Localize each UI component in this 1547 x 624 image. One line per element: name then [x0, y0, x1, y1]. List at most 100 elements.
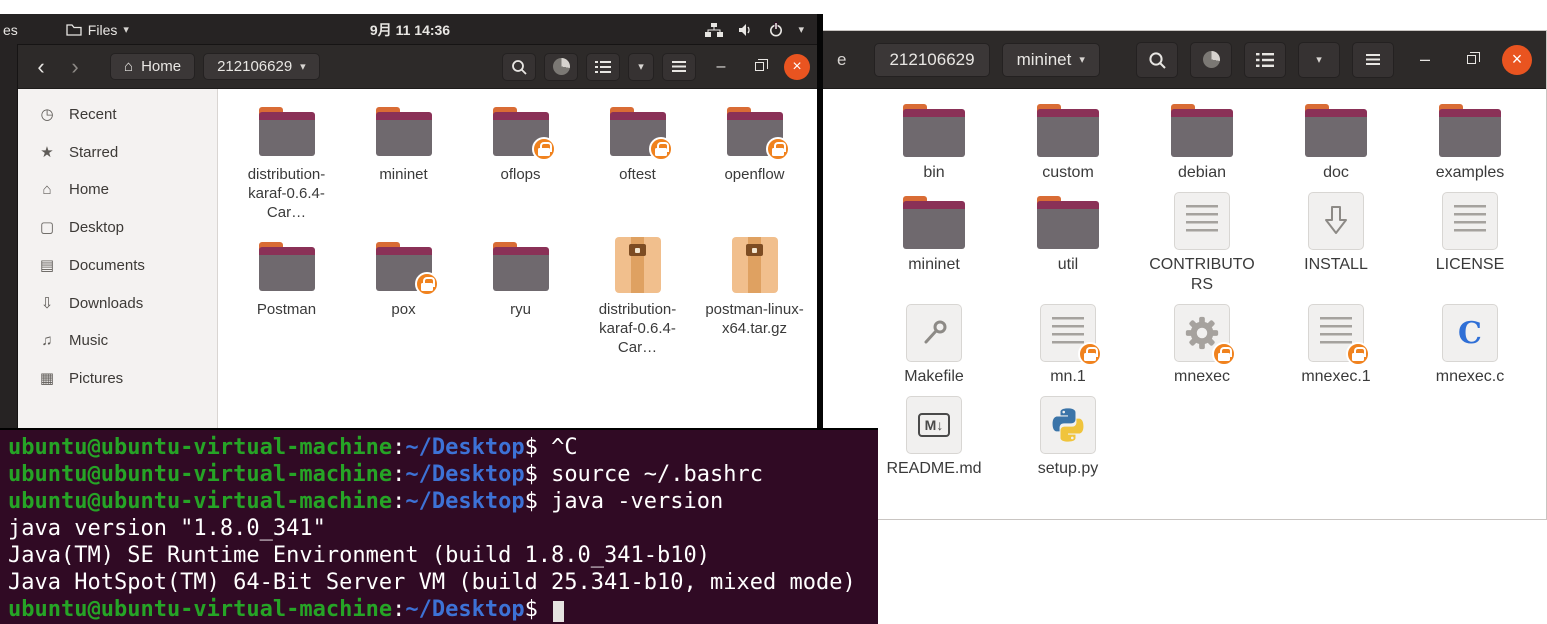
folder-icon — [1037, 196, 1099, 249]
left-window-body: ◷ Recent ★ Starred ⌂ Home ▢ Desktop ▤ Documents ⇩ D… — [18, 89, 820, 431]
file-item-util[interactable]: util — [1001, 191, 1135, 295]
menu-button[interactable] — [662, 52, 696, 81]
file-item-ryu[interactable]: ryu — [462, 236, 579, 357]
sidebar-item-label: Desktop — [69, 218, 125, 236]
file-label: oflops — [500, 166, 541, 183]
file-item-bin[interactable]: bin — [867, 99, 1001, 183]
pathbar-parent-button[interactable]: 212106629 — [874, 42, 990, 77]
sidebar-item-starred[interactable]: ★ Starred — [24, 133, 211, 171]
operations-button[interactable] — [544, 52, 578, 81]
lock-emblem-icon — [531, 137, 556, 161]
folder-icon — [375, 242, 439, 296]
pathbar-home-label: Home — [141, 58, 182, 75]
folder-icon — [1305, 104, 1367, 157]
file-item-distribution-karaf-0-6-4-car[interactable]: distribution-karaf-0.6.4-Car… — [228, 101, 345, 222]
sidebar-item-downloads[interactable]: ⇩ Downloads — [24, 284, 211, 322]
activities-cut-label[interactable]: es — [3, 22, 18, 38]
sidebar-item-desktop[interactable]: ▢ Desktop — [24, 208, 211, 246]
lock-emblem-icon — [1212, 342, 1236, 366]
view-options-button[interactable]: ▾ — [1298, 41, 1340, 78]
minimize-button[interactable]: – — [708, 54, 734, 80]
file-item-mininet[interactable]: mininet — [867, 191, 1001, 295]
top-bar: es Files ▾ 9月 11 14:36 ▾ — [0, 14, 820, 45]
file-item-postman-linux-x64-tar-gz[interactable]: postman-linux-x64.tar.gz — [696, 236, 813, 357]
chevron-down-icon: ▾ — [1316, 54, 1322, 66]
file-item-pox[interactable]: pox — [345, 236, 462, 357]
file-item-mnexec[interactable]: mnexec — [1135, 303, 1269, 387]
file-item-mnexec-c[interactable]: Cmnexec.c — [1403, 303, 1537, 387]
file-item-mnexec-1[interactable]: mnexec.1 — [1269, 303, 1403, 387]
file-item-license[interactable]: LICENSE — [1403, 191, 1537, 295]
maximize-button[interactable] — [746, 54, 772, 80]
terminal-window[interactable]: ubuntu@ubuntu-virtual-machine:~/Desktop$… — [0, 428, 878, 624]
lock-emblem-icon — [765, 137, 790, 161]
file-item-install[interactable]: INSTALL — [1269, 191, 1403, 295]
file-item-oflops[interactable]: oflops — [462, 101, 579, 222]
terminal-line: Java HotSpot(TM) 64-Bit Server VM (build… — [8, 570, 856, 595]
system-status-area[interactable]: ▾ — [705, 22, 804, 37]
maximize-button[interactable] — [1456, 45, 1486, 75]
chevron-down-icon: ▾ — [1079, 54, 1085, 66]
file-label: doc — [1323, 164, 1349, 181]
file-label: LICENSE — [1435, 256, 1505, 273]
sidebar-item-label: Music — [69, 332, 109, 349]
file-item-postman[interactable]: Postman — [228, 236, 345, 357]
network-icon — [705, 22, 724, 37]
hamburger-icon — [672, 61, 686, 72]
operations-button[interactable] — [1190, 41, 1232, 78]
file-item-doc[interactable]: doc — [1269, 99, 1403, 183]
c-source-file-icon: C — [1442, 304, 1498, 362]
sidebar-item-pictures[interactable]: ▦ Pictures — [24, 359, 211, 397]
close-button[interactable]: × — [784, 53, 810, 80]
file-item-examples[interactable]: examples — [1403, 99, 1537, 183]
pathbar-home-button[interactable]: ⌂ Home — [110, 53, 196, 80]
hamburger-icon — [1366, 54, 1380, 65]
file-item-mininet[interactable]: mininet — [345, 101, 462, 222]
close-icon: × — [1511, 49, 1523, 69]
file-item-debian[interactable]: debian — [1135, 99, 1269, 183]
pathbar-cut-label: e — [837, 49, 847, 69]
folder-icon — [1037, 104, 1099, 157]
search-button[interactable] — [1136, 41, 1178, 78]
file-grid: distribution-karaf-0.6.4-Car… mininet oflo… — [218, 89, 820, 431]
screen-left-edge — [0, 45, 18, 432]
terminal-line: ubuntu@ubuntu-virtual-machine:~/Desktop$… — [8, 435, 578, 460]
view-list-button[interactable] — [1244, 41, 1286, 78]
file-item-contributors[interactable]: CONTRIBUTORS — [1135, 191, 1269, 295]
desktop: es Files ▾ 9月 11 14:36 ▾ ‹ › ⌂ Home 2121… — [0, 0, 1547, 624]
minimize-button[interactable]: – — [1410, 45, 1440, 75]
chevron-down-icon: ▾ — [123, 24, 129, 36]
file-item-oftest[interactable]: oftest — [579, 101, 696, 222]
file-item-openflow[interactable]: openflow — [696, 101, 813, 222]
makefile-icon — [906, 304, 962, 362]
file-label: INSTALL — [1304, 256, 1368, 273]
forward-button[interactable]: › — [62, 54, 88, 80]
sidebar-item-home[interactable]: ⌂ Home — [24, 171, 211, 208]
file-label: setup.py — [1037, 460, 1099, 477]
sidebar-item-documents[interactable]: ▤ Documents — [24, 246, 211, 284]
menu-button[interactable] — [1352, 41, 1394, 78]
sidebar-item-music[interactable]: ♫ Music — [24, 322, 211, 359]
file-item-distribution-karaf-0-6-4-car[interactable]: distribution-karaf-0.6.4-Car… — [579, 236, 696, 357]
file-grid: bin custom debian doc examples mininet util CON… — [823, 89, 1546, 479]
folder-icon — [258, 242, 315, 291]
file-label: CONTRIBUTORS — [1149, 256, 1255, 293]
file-item-makefile[interactable]: Makefile — [867, 303, 1001, 387]
pathbar-folder-button[interactable]: 212106629 ▾ — [203, 53, 320, 80]
python-file-icon — [1040, 396, 1096, 454]
pathbar-folder-button[interactable]: mininet ▾ — [1001, 42, 1100, 77]
back-button[interactable]: ‹ — [28, 54, 54, 80]
clock-label[interactable]: 9月 11 14:36 — [370, 20, 450, 40]
file-item-mn-1[interactable]: mn.1 — [1001, 303, 1135, 387]
files-appmenu[interactable]: Files ▾ — [58, 20, 137, 40]
file-item-setup-py[interactable]: setup.py — [1001, 395, 1135, 479]
folder-icon — [492, 107, 556, 161]
view-options-button[interactable]: ▾ — [628, 52, 654, 81]
file-item-custom[interactable]: custom — [1001, 99, 1135, 183]
view-list-button[interactable] — [586, 52, 620, 81]
close-button[interactable]: × — [1502, 44, 1532, 75]
search-button[interactable] — [502, 52, 536, 81]
file-item-readme-md[interactable]: M↓ README.md — [867, 395, 1001, 479]
sidebar-item-recent[interactable]: ◷ Recent — [24, 95, 211, 133]
file-label: mininet — [379, 166, 428, 183]
